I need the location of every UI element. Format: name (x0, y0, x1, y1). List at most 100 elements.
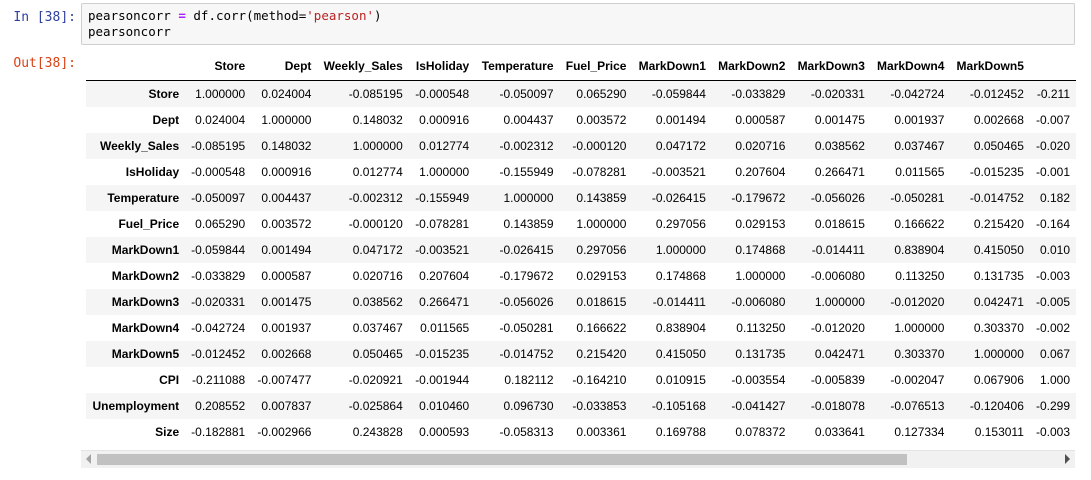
table-cell: -0.155949 (499, 165, 554, 179)
table-cell: 0.000593 (419, 425, 470, 439)
table-cell: -0.012452 (191, 347, 246, 361)
table-cell: 0.029153 (576, 269, 627, 283)
table-cell: 0.037467 (352, 321, 403, 335)
table-row: MarkDown1 -0.059844 0.001494 0.047172 -0.003… (86, 237, 1076, 263)
table-cell: -0.042724 (191, 321, 246, 335)
table-cell: 0.018615 (576, 295, 627, 309)
table-cell: 0.415050 (973, 243, 1024, 257)
horizontal-scrollbar[interactable] (81, 450, 1075, 468)
table-cell: 0.011565 (895, 165, 945, 179)
table-cell: 0.001494 (655, 113, 706, 127)
table-cell: 0.182 (1039, 191, 1070, 205)
row-label: Size (155, 425, 180, 439)
table-cell: -0.018078 (810, 399, 865, 413)
table-row: Fuel_Price 0.065290 0.003572 -0.000120 -0.07… (86, 211, 1076, 237)
table-cell: -0.006080 (810, 269, 865, 283)
table-cell: -0.003554 (731, 373, 786, 387)
row-label: MarkDown2 (111, 269, 180, 283)
output-prompt: Out[38]: (13, 56, 76, 71)
table-row: Dept 0.024004 1.000000 0.148032 0.000916 0.00… (86, 107, 1076, 133)
row-label: MarkDown5 (111, 347, 180, 361)
table-cell: 0.037467 (894, 139, 945, 153)
table-cell: -0.002047 (890, 373, 945, 387)
table-cell: 1.000000 (655, 243, 706, 257)
table-cell: 1.000 (1039, 373, 1070, 387)
table-cell: 0.003572 (261, 217, 312, 231)
code-input-area[interactable]: pearsoncorr = df.corr(method='pearson') … (81, 3, 1075, 45)
column-header: Dept (251, 52, 318, 81)
table-cell: -0.179672 (731, 191, 786, 205)
table-cell: -0.299 (1035, 399, 1070, 413)
output-area: Store Dept Weekly_Sales IsHoliday Temperatur… (86, 52, 1076, 445)
column-header: Store (185, 52, 252, 81)
table-cell: 0.000587 (261, 269, 312, 283)
table-cell: -0.002966 (257, 425, 312, 439)
table-cell: 0.050465 (973, 139, 1024, 153)
table-cell: -0.025864 (348, 399, 403, 413)
table-cell: 0.003361 (576, 425, 627, 439)
code-operator: = (178, 8, 186, 23)
table-cell: -0.078281 (572, 165, 627, 179)
table-cell: -0.020331 (810, 87, 865, 101)
table-cell: 0.010 (1039, 243, 1070, 257)
table-cell: -0.120406 (969, 399, 1024, 413)
table-cell: -0.059844 (191, 243, 246, 257)
table-cell: -0.000120 (348, 217, 403, 231)
table-cell: 0.215420 (973, 217, 1024, 231)
table-cell: 0.208552 (195, 399, 246, 413)
table-cell: -0.050097 (499, 87, 554, 101)
table-cell: 0.067906 (973, 373, 1024, 387)
table-cell: -0.059844 (651, 87, 706, 101)
table-cell: 1.000000 (973, 347, 1024, 361)
scrollbar-thumb[interactable] (97, 454, 907, 465)
table-cell: 0.266471 (419, 295, 470, 309)
column-header: MarkDown2 (711, 52, 792, 81)
table-cell: -0.076513 (890, 399, 945, 413)
table-cell: -0.003 (1035, 425, 1070, 439)
table-cell: 0.266471 (814, 165, 865, 179)
row-label: MarkDown1 (111, 243, 180, 257)
table-cell: -0.050281 (890, 191, 945, 205)
table-cell: -0.015235 (415, 347, 470, 361)
table-cell: -0.002312 (499, 139, 554, 153)
table-cell: 0.174868 (735, 243, 786, 257)
triangle-right-icon[interactable] (1065, 454, 1070, 464)
column-header: Temperature (475, 52, 560, 81)
table-row: Unemployment 0.208552 0.007837 -0.025864 0.0… (86, 393, 1076, 419)
table-cell: -0.002312 (348, 191, 403, 205)
table-cell: 0.038562 (352, 295, 403, 309)
table-cell: 0.024004 (261, 87, 312, 101)
table-cell: -0.033829 (191, 269, 246, 283)
table-cell: 0.096730 (503, 399, 554, 413)
triangle-left-icon[interactable] (86, 454, 91, 464)
table-cell: -0.078281 (415, 217, 470, 231)
column-header: Fuel_Price (559, 52, 633, 81)
row-label: MarkDown4 (111, 321, 180, 335)
table-row: Store 1.000000 0.024004 -0.085195 -0.000548 -… (86, 80, 1076, 107)
column-header: MarkDown5 (950, 52, 1030, 81)
table-cell: 0.001937 (261, 321, 312, 335)
table-cell: -0.001944 (415, 373, 470, 387)
table-cell: -0.105168 (651, 399, 706, 413)
header-row: Store Dept Weekly_Sales IsHoliday Temperatur… (86, 52, 1076, 81)
table-cell: -0.182881 (191, 425, 246, 439)
code-variable: pearsoncorr (88, 8, 171, 23)
table-cell: 0.002668 (261, 347, 312, 361)
table-cell: -0.015235 (969, 165, 1024, 179)
table-cell: 0.143859 (503, 217, 554, 231)
table-cell: -0.012452 (969, 87, 1024, 101)
table-cell: 0.007837 (261, 399, 312, 413)
table-cell: 0.297056 (576, 243, 627, 257)
table-cell: -0.026415 (499, 243, 554, 257)
table-cell: 0.303370 (973, 321, 1024, 335)
table-cell: 0.207604 (735, 165, 786, 179)
table-cell: -0.211088 (192, 373, 246, 387)
table-cell: 0.148032 (261, 139, 312, 153)
table-cell: -0.164210 (572, 373, 627, 387)
table-cell: 0.038562 (814, 139, 865, 153)
table-cell: 0.148032 (352, 113, 403, 127)
table-cell: 0.113250 (895, 269, 945, 283)
table-cell: 0.002668 (973, 113, 1024, 127)
table-row: Size -0.182881 -0.002966 0.243828 0.000593 -0… (86, 419, 1076, 445)
table-cell: 0.000587 (735, 113, 786, 127)
